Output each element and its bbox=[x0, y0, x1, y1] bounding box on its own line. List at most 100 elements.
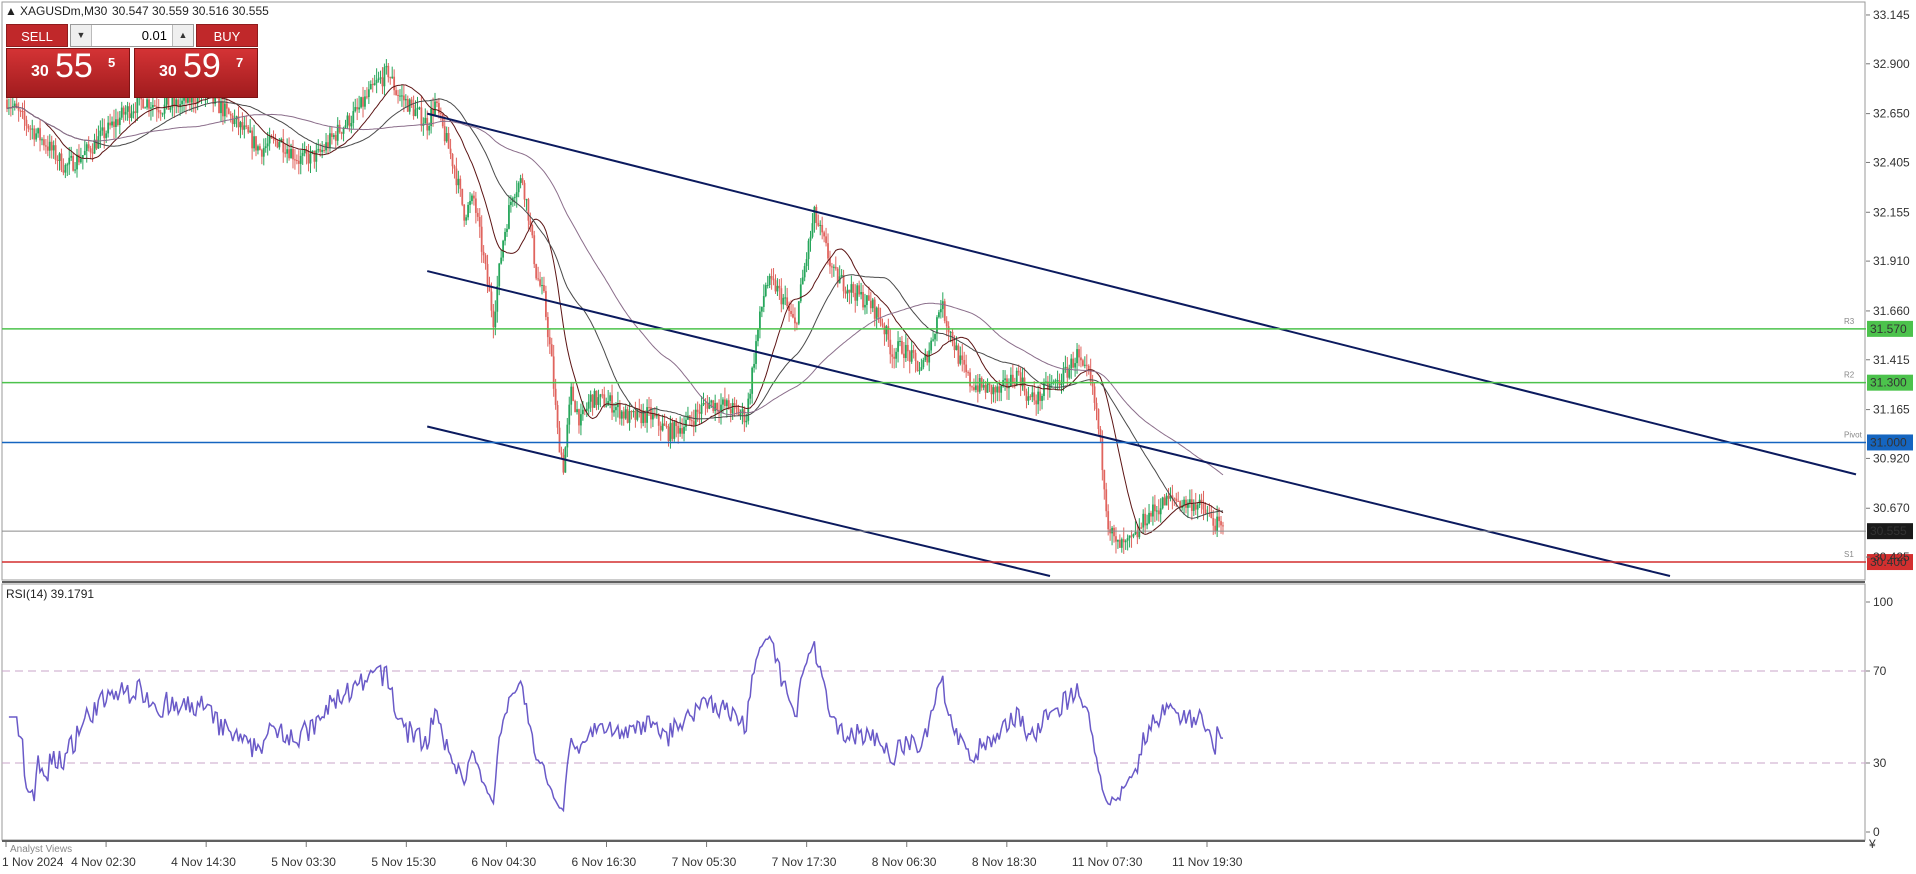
candle bbox=[1076, 349, 1078, 364]
candle bbox=[122, 107, 125, 115]
candle bbox=[883, 325, 886, 335]
candle bbox=[348, 115, 351, 127]
candle bbox=[891, 354, 894, 357]
candle bbox=[301, 152, 304, 156]
candle bbox=[667, 426, 670, 442]
candle bbox=[1140, 527, 1143, 529]
candle bbox=[395, 90, 397, 95]
candle bbox=[665, 425, 668, 427]
sell-price-box[interactable]: 30 55 5 bbox=[6, 47, 130, 98]
buy-price-prefix: 30 bbox=[159, 63, 177, 80]
candle bbox=[264, 146, 267, 149]
lot-decrease-icon[interactable]: ▼ bbox=[71, 25, 92, 46]
candle bbox=[519, 178, 522, 184]
candle bbox=[6, 99, 8, 109]
candle bbox=[1144, 513, 1147, 526]
candle bbox=[1153, 504, 1156, 512]
candle bbox=[229, 113, 232, 116]
candle bbox=[222, 102, 224, 117]
sell-button[interactable]: SELL bbox=[6, 24, 68, 47]
candle bbox=[901, 340, 903, 354]
candle bbox=[1130, 535, 1133, 537]
candle bbox=[599, 394, 602, 398]
candle bbox=[402, 95, 405, 101]
candle bbox=[465, 217, 468, 221]
candle bbox=[87, 144, 90, 149]
candle bbox=[111, 121, 113, 126]
candle bbox=[31, 128, 34, 130]
candle bbox=[113, 121, 115, 127]
collapse-icon[interactable]: ▲ bbox=[5, 4, 17, 18]
lot-increase-icon[interactable]: ▲ bbox=[172, 25, 193, 46]
channel-line[interactable] bbox=[426, 270, 1671, 577]
candle bbox=[558, 427, 561, 453]
candle bbox=[926, 353, 929, 363]
candle bbox=[784, 297, 787, 299]
analyst-views-label[interactable]: Analyst Views bbox=[10, 844, 72, 855]
candle bbox=[1117, 539, 1119, 542]
candle bbox=[64, 165, 67, 173]
candle bbox=[543, 285, 545, 292]
candle bbox=[506, 228, 508, 232]
x-tick-label: 11 Nov 19:30 bbox=[1172, 855, 1243, 869]
candle bbox=[809, 236, 812, 241]
candle bbox=[48, 141, 51, 151]
candle bbox=[76, 154, 78, 170]
candle bbox=[118, 117, 121, 125]
candle bbox=[593, 390, 596, 408]
y-tick-label: 33.145 bbox=[1873, 8, 1910, 22]
candle bbox=[576, 409, 578, 413]
candle bbox=[587, 401, 590, 409]
candle bbox=[482, 251, 485, 256]
candle bbox=[741, 409, 744, 414]
candle bbox=[710, 400, 713, 403]
candle bbox=[825, 236, 827, 244]
candle bbox=[957, 345, 960, 364]
candle bbox=[737, 408, 740, 416]
candle bbox=[1118, 539, 1121, 548]
candle bbox=[690, 420, 693, 422]
candle bbox=[971, 386, 973, 388]
candle bbox=[1185, 499, 1187, 508]
candle bbox=[1103, 470, 1106, 490]
candle bbox=[68, 157, 71, 165]
y-tick-label: 30.920 bbox=[1873, 451, 1910, 465]
candle bbox=[864, 304, 866, 308]
candle bbox=[387, 65, 390, 78]
candle bbox=[910, 350, 913, 362]
candle bbox=[1142, 513, 1145, 528]
buy-price-box[interactable]: 30 59 7 bbox=[134, 47, 258, 98]
candle bbox=[601, 394, 604, 396]
candle bbox=[899, 340, 901, 342]
candle bbox=[766, 284, 769, 286]
candle bbox=[749, 393, 752, 399]
candle bbox=[848, 289, 851, 293]
candle bbox=[840, 274, 843, 277]
candle bbox=[1152, 504, 1154, 517]
buy-button[interactable]: BUY bbox=[196, 24, 258, 47]
candle bbox=[451, 153, 454, 167]
candle bbox=[622, 411, 625, 419]
candle bbox=[794, 317, 796, 324]
candle bbox=[869, 300, 872, 309]
candle bbox=[856, 285, 859, 301]
candle bbox=[412, 104, 415, 117]
candle bbox=[325, 142, 327, 151]
chart-area[interactable]: R3 R2 Pivot S1 31.570 31.300 31.000 30.555 30.4… bbox=[0, 0, 1916, 874]
candle bbox=[786, 297, 789, 307]
candle bbox=[1188, 499, 1191, 503]
candle bbox=[1041, 395, 1043, 401]
candle bbox=[605, 405, 608, 407]
candle bbox=[517, 183, 520, 193]
candle bbox=[467, 204, 469, 218]
candle bbox=[130, 113, 133, 118]
candle bbox=[332, 135, 335, 137]
candle bbox=[70, 155, 73, 158]
channel-line[interactable] bbox=[426, 425, 1051, 577]
candle bbox=[29, 128, 32, 130]
candle bbox=[297, 160, 300, 164]
candle bbox=[1150, 512, 1152, 517]
lot-size-input[interactable] bbox=[93, 25, 171, 46]
candle bbox=[1113, 527, 1115, 537]
candle bbox=[969, 372, 971, 387]
